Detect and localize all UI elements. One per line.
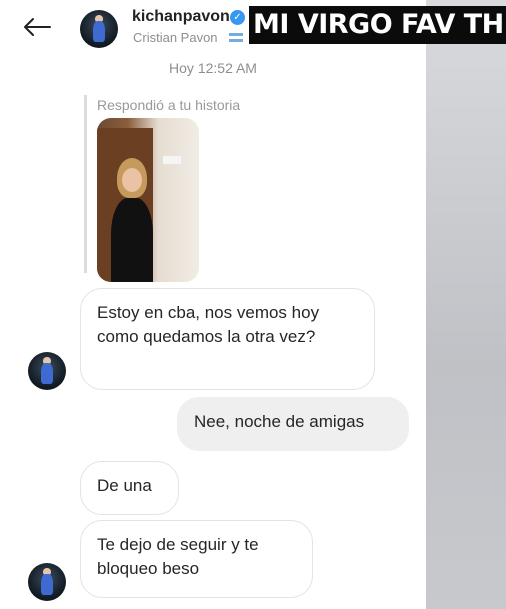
story-door-sign <box>163 156 181 164</box>
message-bubble-me[interactable]: Nee, noche de amigas <box>177 397 409 451</box>
message-bubble-them[interactable]: De una <box>80 461 179 515</box>
verified-badge-icon: ✓ <box>230 10 245 25</box>
story-reply-label: Respondió a tu historia <box>97 97 241 113</box>
header-username[interactable]: kichanpavon <box>132 8 230 26</box>
background-strip <box>426 0 506 609</box>
header-full-name: Cristian Pavon <box>133 30 218 45</box>
story-reply-line <box>84 95 87 273</box>
avatar-figure-body <box>41 362 53 384</box>
back-arrow-icon-svg <box>24 18 51 36</box>
avatar-figure-body <box>41 573 53 595</box>
argentina-flag-icon <box>229 33 243 42</box>
avatar-figure-body <box>93 20 105 42</box>
message-bubble-them[interactable]: Estoy en cba, nos vemos hoy como quedamo… <box>80 288 375 390</box>
back-arrow-icon[interactable] <box>20 10 54 44</box>
message-avatar[interactable] <box>28 352 66 390</box>
thread-timestamp: Hoy 12:52 AM <box>169 60 257 76</box>
message-avatar[interactable] <box>28 563 66 601</box>
message-bubble-them[interactable]: Te dejo de seguir y te bloqueo beso <box>80 520 313 598</box>
story-person-face <box>122 168 142 192</box>
header-avatar[interactable] <box>80 10 118 48</box>
story-thumbnail[interactable] <box>97 118 199 282</box>
story-person-body <box>111 198 153 282</box>
overlay-caption: MI VIRGO FAV THIS IS <box>249 6 506 44</box>
